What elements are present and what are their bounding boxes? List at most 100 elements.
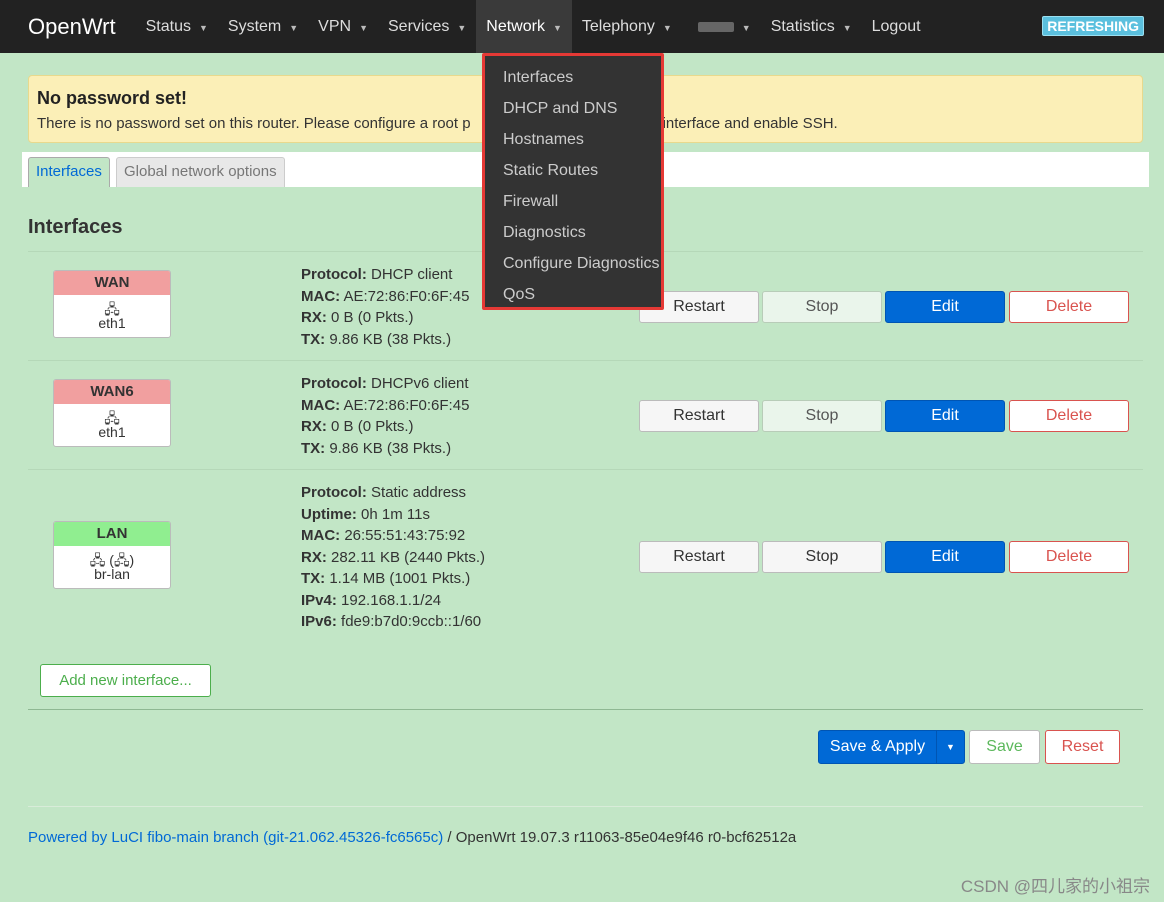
edit-button[interactable]: Edit bbox=[885, 291, 1005, 323]
detail-value: 9.86 KB (38 Pkts.) bbox=[329, 439, 452, 457]
reset-button[interactable]: Reset bbox=[1045, 730, 1120, 764]
stop-button[interactable]: Stop bbox=[762, 541, 882, 573]
save-apply-label[interactable]: Save & Apply bbox=[819, 731, 936, 763]
lan-badge[interactable]: LAN 🖧 (🖧) br-lan bbox=[53, 521, 171, 589]
caret-down-icon: ▼ bbox=[457, 22, 467, 33]
tab-interfaces[interactable]: Interfaces bbox=[28, 157, 110, 187]
menu-item-diagnostics[interactable]: Diagnostics bbox=[485, 217, 661, 248]
delete-button[interactable]: Delete bbox=[1009, 291, 1129, 323]
caret-down-icon: ▼ bbox=[662, 22, 672, 33]
menu-item-hostnames[interactable]: Hostnames bbox=[485, 124, 661, 155]
detail-row: TX: 9.86 KB (38 Pkts.) bbox=[301, 438, 469, 460]
network-dropdown-menu: Interfaces DHCP and DNS Hostnames Static… bbox=[482, 53, 664, 310]
watermark: CSDN @四儿家的小祖宗 bbox=[960, 877, 1150, 896]
divider bbox=[28, 806, 1143, 807]
detail-value: fde9:b7d0:9ccb::1/60 bbox=[341, 613, 482, 630]
detail-row: RX: 0 B (0 Pkts.) bbox=[301, 416, 469, 438]
detail-value: 0h 1m 11s bbox=[361, 505, 430, 523]
divider bbox=[28, 709, 1143, 710]
nav-vpn-label: VPN bbox=[318, 17, 352, 35]
lan-details: Protocol: Static address Uptime: 0h 1m 1… bbox=[301, 482, 485, 633]
detail-key: IPv6: bbox=[301, 613, 337, 630]
bridge-ports-icon: 🖧 (🖧) bbox=[89, 552, 135, 568]
detail-key: RX: bbox=[301, 418, 327, 435]
detail-value: DHCP client bbox=[371, 266, 453, 283]
detail-row: RX: 0 B (0 Pkts.) bbox=[301, 307, 469, 329]
detail-row: RX: 282.11 KB (2440 Pkts.) bbox=[301, 547, 485, 569]
nav-status-label: Status bbox=[145, 17, 191, 35]
ethernet-port-icon: 🖧 bbox=[104, 410, 120, 426]
restart-button[interactable]: Restart bbox=[639, 400, 759, 432]
caret-down-icon[interactable]: ▼ bbox=[936, 731, 964, 763]
detail-key: RX: bbox=[301, 548, 327, 566]
save-button[interactable]: Save bbox=[969, 730, 1040, 764]
detail-key: Protocol: bbox=[301, 266, 367, 283]
detail-value: 9.86 KB (38 Pkts.) bbox=[329, 330, 452, 348]
detail-value: 0 B (0 Pkts.) bbox=[331, 418, 414, 435]
detail-row: Uptime: 0h 1m 11s bbox=[301, 504, 485, 526]
detail-value: 26:55:51:43:75:92 bbox=[344, 527, 466, 544]
detail-key: Protocol: bbox=[301, 375, 367, 392]
detail-key: IPv4: bbox=[301, 591, 337, 609]
nav-vpn[interactable]: VPN ▼ bbox=[308, 0, 378, 53]
divider bbox=[28, 469, 1143, 470]
save-apply-button[interactable]: Save & Apply ▼ bbox=[818, 730, 965, 764]
nav-telephony[interactable]: Telephony ▼ bbox=[572, 0, 682, 53]
detail-row: MAC: AE:72:86:F0:6F:45 bbox=[301, 395, 469, 417]
iface-name: WAN bbox=[54, 271, 170, 295]
brand-logo[interactable]: OpenWrt bbox=[28, 14, 116, 40]
edit-button[interactable]: Edit bbox=[885, 541, 1005, 573]
edit-button[interactable]: Edit bbox=[885, 400, 1005, 432]
detail-row: IPv4: 192.168.1.1/24 bbox=[301, 590, 485, 612]
menu-item-qos[interactable]: QoS bbox=[485, 279, 661, 310]
refreshing-badge[interactable]: REFRESHING bbox=[1042, 16, 1144, 36]
restart-button[interactable]: Restart bbox=[639, 541, 759, 573]
nav-logout[interactable]: Logout bbox=[862, 0, 931, 53]
detail-row: MAC: 26:55:51:43:75:92 bbox=[301, 525, 485, 547]
nav-status[interactable]: Status ▼ bbox=[136, 0, 218, 53]
detail-key: Protocol: bbox=[301, 484, 367, 501]
nav-statistics[interactable]: Statistics ▼ bbox=[761, 0, 862, 53]
detail-key: MAC: bbox=[301, 396, 341, 414]
menu-item-interfaces[interactable]: Interfaces bbox=[485, 62, 661, 93]
wan-badge[interactable]: WAN 🖧 eth1 bbox=[53, 270, 171, 338]
menu-item-configure-diagnostics[interactable]: Configure Diagnostics bbox=[485, 248, 661, 279]
luci-link[interactable]: Powered by LuCI fibo-main branch (git-21… bbox=[28, 829, 443, 846]
menu-item-firewall[interactable]: Firewall bbox=[485, 186, 661, 217]
add-new-interface-button[interactable]: Add new interface... bbox=[40, 664, 211, 697]
menu-item-static-routes[interactable]: Static Routes bbox=[485, 155, 661, 186]
detail-key: RX: bbox=[301, 309, 327, 326]
iface-device: eth1 bbox=[98, 424, 126, 440]
detail-value: Static address bbox=[371, 484, 467, 501]
detail-row: Protocol: Static address bbox=[301, 482, 485, 504]
nav-services[interactable]: Services ▼ bbox=[378, 0, 476, 53]
nav-system-label: System bbox=[227, 17, 282, 35]
nav-services-label: Services bbox=[388, 17, 450, 35]
menu-item-dhcp-dns[interactable]: DHCP and DNS bbox=[485, 93, 661, 124]
alert-text-start: There is no password set on this router.… bbox=[37, 115, 471, 132]
detail-value: AE:72:86:F0:6F:45 bbox=[343, 396, 470, 414]
delete-button[interactable]: Delete bbox=[1009, 541, 1129, 573]
section-title: Interfaces bbox=[28, 216, 123, 238]
wan6-badge[interactable]: WAN6 🖧 eth1 bbox=[53, 379, 171, 447]
detail-row: TX: 9.86 KB (38 Pkts.) bbox=[301, 329, 469, 351]
caret-down-icon: ▼ bbox=[552, 22, 562, 33]
nav-network[interactable]: Network ▼ bbox=[476, 0, 572, 53]
detail-key: MAC: bbox=[301, 527, 341, 544]
caret-down-icon: ▼ bbox=[198, 22, 208, 33]
stop-button[interactable]: Stop bbox=[762, 291, 882, 323]
detail-value: DHCPv6 client bbox=[371, 375, 469, 392]
iface-name: LAN bbox=[54, 522, 170, 546]
top-navbar: OpenWrt Status ▼ System ▼ VPN ▼ Services ▼ N… bbox=[0, 0, 1164, 53]
caret-down-icon: ▼ bbox=[842, 22, 852, 33]
delete-button[interactable]: Delete bbox=[1009, 400, 1129, 432]
wan6-details: Protocol: DHCPv6 client MAC: AE:72:86:F0… bbox=[301, 373, 469, 459]
nav-redacted[interactable]: ▼ bbox=[682, 0, 761, 53]
detail-row: IPv6: fde9:b7d0:9ccb::1/60 bbox=[301, 611, 485, 633]
stop-button[interactable]: Stop bbox=[762, 400, 882, 432]
tab-global-network-options[interactable]: Global network options bbox=[116, 157, 285, 187]
divider bbox=[28, 360, 1143, 361]
detail-row: TX: 1.14 MB (1001 Pkts.) bbox=[301, 568, 485, 590]
detail-row: Protocol: DHCPv6 client bbox=[301, 373, 469, 395]
nav-system[interactable]: System ▼ bbox=[218, 0, 308, 53]
